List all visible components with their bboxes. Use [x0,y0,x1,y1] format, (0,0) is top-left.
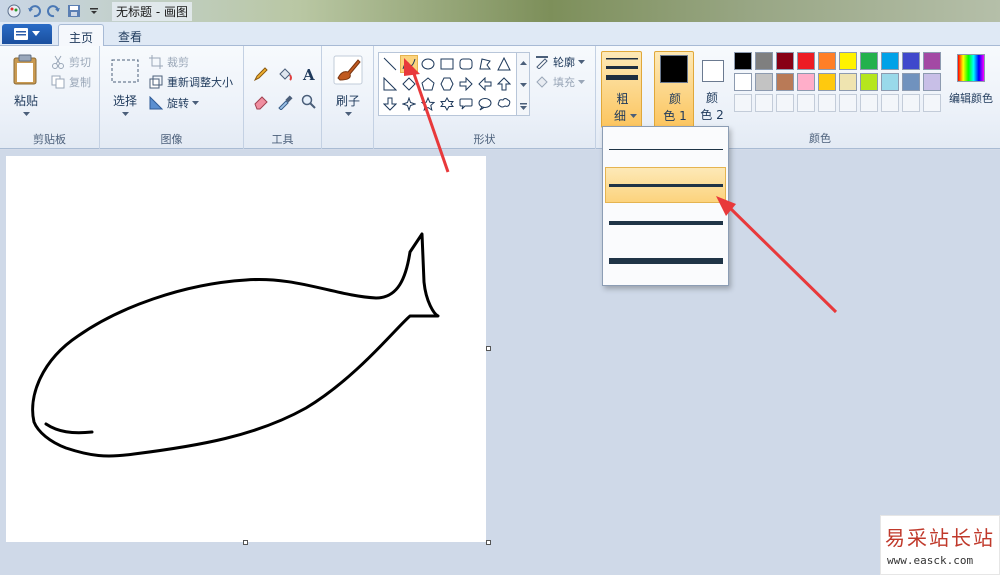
watermark-url: www.easck.com [887,554,974,567]
arrow-to-curve-tool [410,67,450,173]
arrowhead-curve [404,58,420,76]
arrow-to-size-option [726,204,838,314]
watermark-logo: 易采站长站 www.easck.com [880,515,1000,575]
annotation-arrows [404,58,838,314]
watermark-main-text: 易采站长站 [885,526,995,550]
